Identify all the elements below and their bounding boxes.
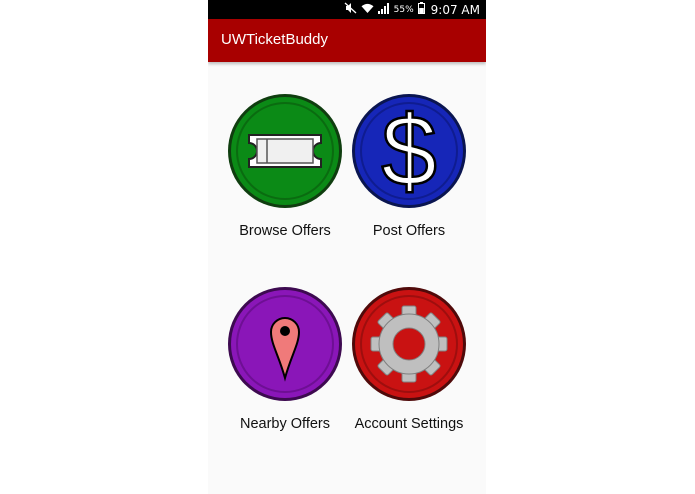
post-offers-button[interactable]: $ Post Offers bbox=[345, 93, 473, 239]
phone-screen: 55% 9:07 AM UWTicketBuddy Browse Offers … bbox=[208, 0, 486, 494]
account-settings-label: Account Settings bbox=[354, 416, 464, 432]
svg-text:$: $ bbox=[381, 95, 437, 207]
app-title: UWTicketBuddy bbox=[221, 31, 328, 48]
status-bar: 55% 9:07 AM bbox=[208, 0, 486, 19]
wifi-icon bbox=[361, 3, 374, 17]
account-settings-button[interactable]: Account Settings bbox=[345, 286, 473, 432]
battery-icon bbox=[417, 2, 425, 17]
gear-icon bbox=[352, 287, 466, 401]
app-bar: UWTicketBuddy bbox=[208, 19, 486, 62]
dollar-icon: $ bbox=[352, 94, 466, 208]
ticket-icon bbox=[228, 94, 342, 208]
browse-offers-label: Browse Offers bbox=[239, 223, 331, 239]
mute-icon bbox=[344, 2, 357, 17]
battery-percent: 55% bbox=[393, 4, 414, 15]
nearby-offers-label: Nearby Offers bbox=[240, 416, 330, 432]
nearby-offers-button[interactable]: Nearby Offers bbox=[221, 286, 349, 432]
map-pin-icon bbox=[228, 287, 342, 401]
signal-icon bbox=[377, 2, 390, 17]
post-offers-label: Post Offers bbox=[372, 223, 446, 239]
browse-offers-button[interactable]: Browse Offers bbox=[221, 93, 349, 239]
clock: 9:07 AM bbox=[430, 2, 480, 17]
